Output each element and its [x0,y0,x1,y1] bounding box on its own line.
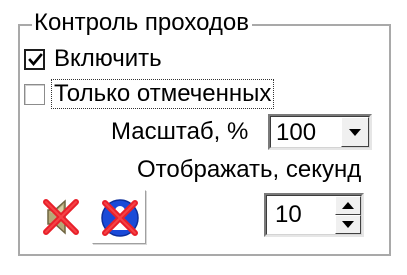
enable-checkbox-row[interactable]: Включить [24,44,162,74]
person-toggle-button[interactable] [92,190,146,244]
spin-up-button[interactable] [335,196,361,215]
scale-label: Масштаб, % [111,118,249,145]
display-seconds-spinbox[interactable]: 10 [264,193,364,237]
person-disabled-icon [101,199,139,237]
checkmark-icon [28,52,43,66]
sound-toggle-button[interactable] [34,190,88,244]
enable-checkbox[interactable] [24,48,45,70]
only-marked-checkbox-row[interactable]: Только отмеченных [24,79,275,109]
display-seconds-value: 10 [275,201,302,228]
spin-buttons [335,196,361,234]
scale-dropdown-button[interactable] [341,117,369,147]
chevron-down-icon [342,221,354,228]
speaker-muted-icon [43,199,79,235]
only-marked-label: Только отмеченных [50,79,275,109]
chevron-up-icon [342,202,354,209]
groupbox-title: Контроль проходов [32,9,252,37]
enable-label: Включить [54,45,162,72]
display-seconds-label: Отображать, секунд [137,156,362,183]
only-marked-checkbox[interactable] [24,83,45,105]
spin-down-button[interactable] [335,215,361,234]
scale-value: 100 [276,119,317,146]
pass-control-panel: Контроль проходов Включить Только отмече… [0,0,407,275]
chevron-down-icon [349,129,361,136]
scale-combobox[interactable]: 100 [268,114,372,150]
